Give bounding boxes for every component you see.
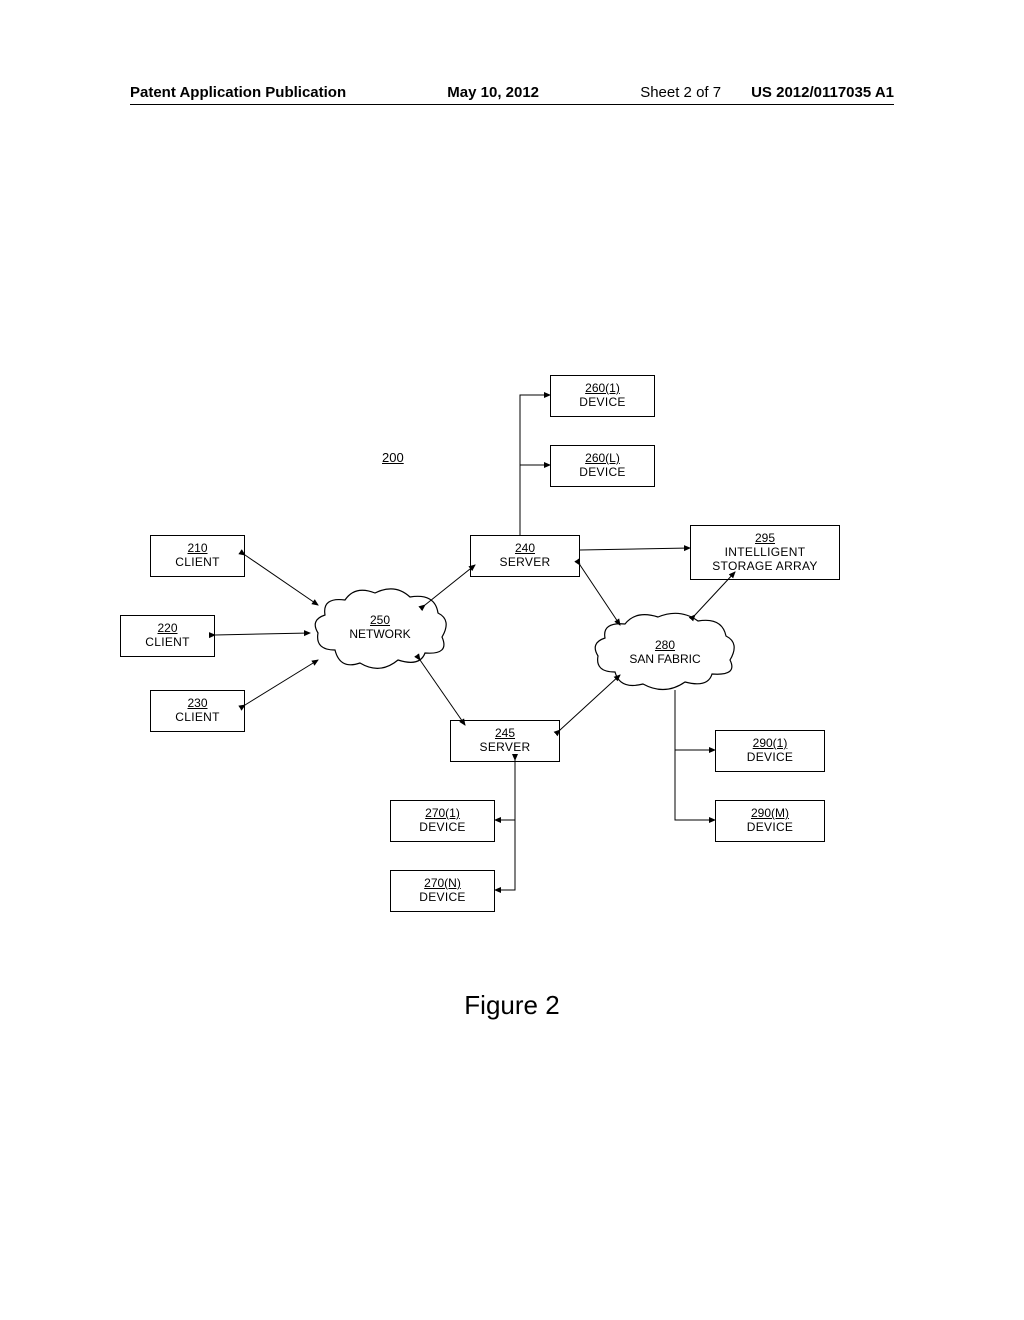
connectors bbox=[120, 350, 880, 970]
ref-2901: 290(1) bbox=[720, 737, 820, 751]
diagram-refnum: 200 bbox=[382, 450, 404, 465]
server-240-box: 240 SERVER bbox=[470, 535, 580, 577]
label-sanfabric: SAN FABRIC bbox=[629, 652, 700, 666]
ref-290M: 290(M) bbox=[720, 807, 820, 821]
label-server: SERVER bbox=[475, 556, 575, 570]
figure-diagram: 200 210 CLIENT 220 CLIENT 230 CLIENT 250… bbox=[120, 350, 880, 970]
ref-250: 250 bbox=[310, 613, 450, 627]
device-260L-box: 260(L) DEVICE bbox=[550, 445, 655, 487]
network-cloud: 250 NETWORK bbox=[310, 585, 450, 675]
client-210-box: 210 CLIENT bbox=[150, 535, 245, 577]
device-2901-box: 290(1) DEVICE bbox=[715, 730, 825, 772]
ref-295: 295 bbox=[695, 532, 835, 546]
label-device: DEVICE bbox=[395, 891, 490, 905]
ref-2601: 260(1) bbox=[555, 382, 650, 396]
device-270N-box: 270(N) DEVICE bbox=[390, 870, 495, 912]
label-device: DEVICE bbox=[555, 466, 650, 480]
label-device: DEVICE bbox=[395, 821, 490, 835]
ref-230: 230 bbox=[155, 697, 240, 711]
device-2701-box: 270(1) DEVICE bbox=[390, 800, 495, 842]
label-device: DEVICE bbox=[555, 396, 650, 410]
ref-220: 220 bbox=[125, 622, 210, 636]
client-220-box: 220 CLIENT bbox=[120, 615, 215, 657]
device-290M-box: 290(M) DEVICE bbox=[715, 800, 825, 842]
device-2601-box: 260(1) DEVICE bbox=[550, 375, 655, 417]
ref-245: 245 bbox=[455, 727, 555, 741]
ref-2701: 270(1) bbox=[395, 807, 490, 821]
page-header: Patent Application Publication May 10, 2… bbox=[130, 84, 894, 105]
label-device: DEVICE bbox=[720, 821, 820, 835]
client-230-box: 230 CLIENT bbox=[150, 690, 245, 732]
label-isa-2: STORAGE ARRAY bbox=[695, 560, 835, 574]
figure-caption: Figure 2 bbox=[0, 990, 1024, 1021]
label-server: SERVER bbox=[455, 741, 555, 755]
ref-240: 240 bbox=[475, 542, 575, 556]
server-245-box: 245 SERVER bbox=[450, 720, 560, 762]
header-title: Patent Application Publication bbox=[130, 84, 346, 101]
label-client: CLIENT bbox=[155, 711, 240, 725]
header-date: May 10, 2012 bbox=[346, 84, 640, 101]
ref-280: 280 bbox=[590, 638, 740, 652]
label-network: NETWORK bbox=[349, 627, 410, 641]
label-client: CLIENT bbox=[155, 556, 240, 570]
label-device: DEVICE bbox=[720, 751, 820, 765]
label-client: CLIENT bbox=[125, 636, 210, 650]
ref-210: 210 bbox=[155, 542, 240, 556]
ref-270N: 270(N) bbox=[395, 877, 490, 891]
header-pubnum: US 2012/0117035 A1 bbox=[751, 84, 894, 101]
header-sheet: Sheet 2 of 7 bbox=[640, 84, 721, 101]
intelligent-storage-array-box: 295 INTELLIGENT STORAGE ARRAY bbox=[690, 525, 840, 580]
ref-260L: 260(L) bbox=[555, 452, 650, 466]
san-fabric-cloud: 280 SAN FABRIC bbox=[590, 610, 740, 695]
label-isa-1: INTELLIGENT bbox=[695, 546, 835, 560]
